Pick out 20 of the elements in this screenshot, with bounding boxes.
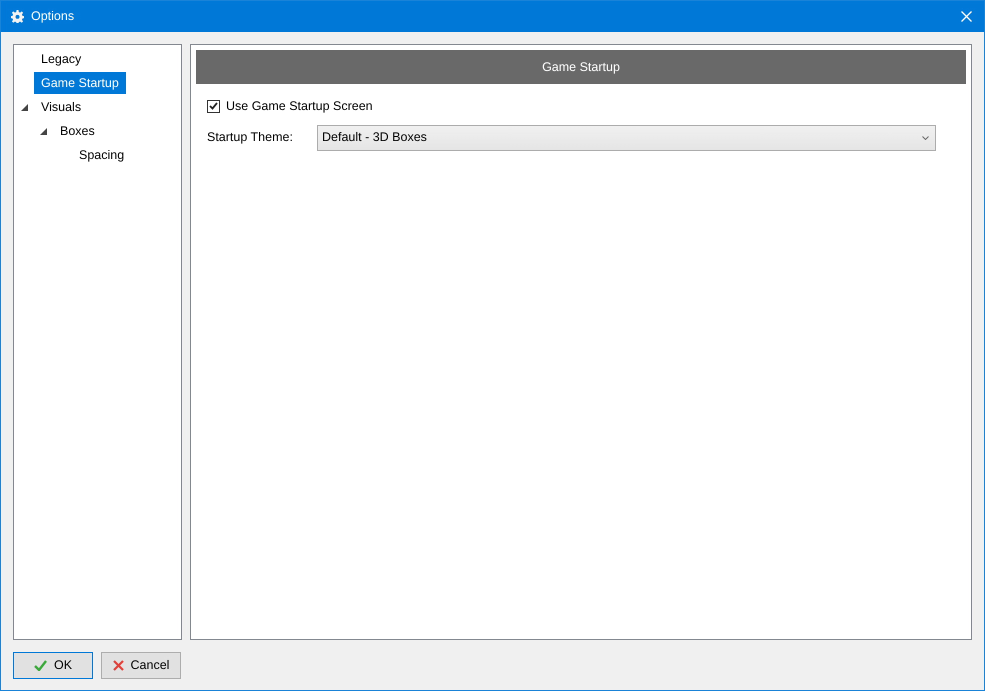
tree-item[interactable]: Spacing (72, 144, 132, 166)
theme-label: Startup Theme: (207, 129, 294, 146)
checkbox[interactable] (207, 100, 220, 113)
checkmark-icon (34, 660, 47, 670)
theme-dropdown[interactable]: Default - 3D Boxes (317, 124, 936, 151)
chevron-down-icon (922, 136, 929, 140)
close-icon[interactable] (961, 11, 972, 22)
cross-icon (112, 660, 124, 670)
tree-item[interactable]: Boxes (53, 120, 102, 142)
tree-item[interactable]: Legacy (34, 48, 88, 70)
ok-button[interactable]: OK (13, 652, 93, 678)
tree-item[interactable]: Visuals (34, 96, 88, 118)
expanded-triangle-icon[interactable] (20, 104, 28, 110)
window-title: Options (31, 8, 74, 26)
tree-item[interactable]: Game Startup (34, 72, 126, 94)
panel-header: Game Startup (196, 50, 966, 84)
expanded-triangle-icon[interactable] (40, 128, 46, 134)
cancel-button[interactable]: Cancel (101, 652, 181, 678)
gear-icon (11, 10, 24, 23)
checkbox-label: Use Game Startup Screen (226, 98, 373, 115)
